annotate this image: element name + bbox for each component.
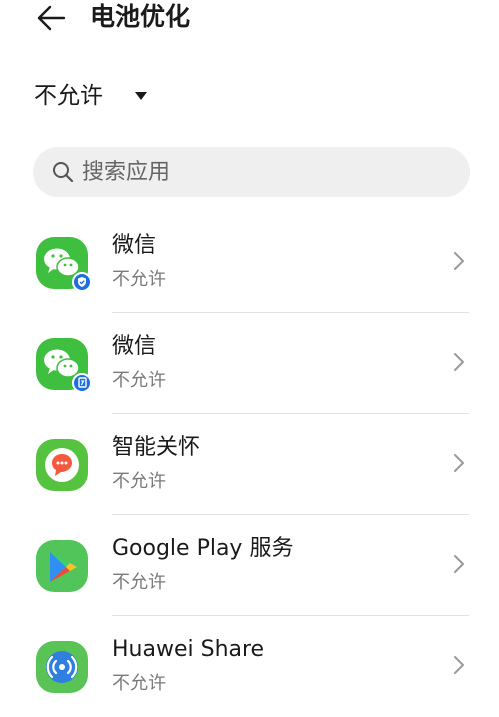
clone-badge-icon	[72, 373, 92, 393]
verified-badge-icon	[72, 272, 92, 292]
app-name: 微信	[112, 334, 157, 359]
app-status: 不允许	[112, 471, 166, 492]
app-name: Huawei Share	[112, 637, 265, 662]
app-status: 不允许	[112, 269, 166, 290]
app-bar: 电池优化	[0, 0, 499, 40]
chevron-right-icon	[454, 555, 464, 573]
app-list: 微信 不允许 微信 不允许 智能关怀 不允许 Google Play 服务 不允…	[0, 212, 499, 717]
chevron-right-icon	[454, 454, 464, 472]
smart-care-icon	[36, 439, 88, 491]
page-title: 电池优化	[90, 2, 191, 31]
app-row-wechat-clone[interactable]: 微信 不允许	[0, 313, 499, 414]
app-row-smart-care[interactable]: 智能关怀 不允许	[0, 414, 499, 515]
app-row-google-play-services[interactable]: Google Play 服务 不允许	[0, 515, 499, 616]
back-arrow-icon[interactable]	[34, 4, 66, 32]
chevron-right-icon	[454, 656, 464, 674]
chevron-right-icon	[454, 353, 464, 371]
app-name: 微信	[112, 233, 157, 258]
search-bar[interactable]	[33, 147, 470, 197]
chevron-right-icon	[454, 252, 464, 270]
filter-label: 不允许	[34, 83, 103, 109]
app-status: 不允许	[112, 572, 166, 593]
app-name: 智能关怀	[112, 435, 201, 460]
search-input[interactable]	[82, 159, 462, 185]
app-name: Google Play 服务	[112, 536, 294, 561]
search-icon	[53, 162, 74, 183]
caret-down-icon	[135, 92, 147, 100]
app-row-huawei-share[interactable]: Huawei Share 不允许	[0, 616, 499, 717]
filter-dropdown[interactable]: 不允许	[34, 79, 147, 113]
google-play-services-icon	[36, 540, 88, 592]
huawei-share-icon	[36, 641, 88, 693]
app-row-wechat[interactable]: 微信 不允许	[0, 212, 499, 313]
app-status: 不允许	[112, 673, 166, 694]
app-status: 不允许	[112, 370, 166, 391]
